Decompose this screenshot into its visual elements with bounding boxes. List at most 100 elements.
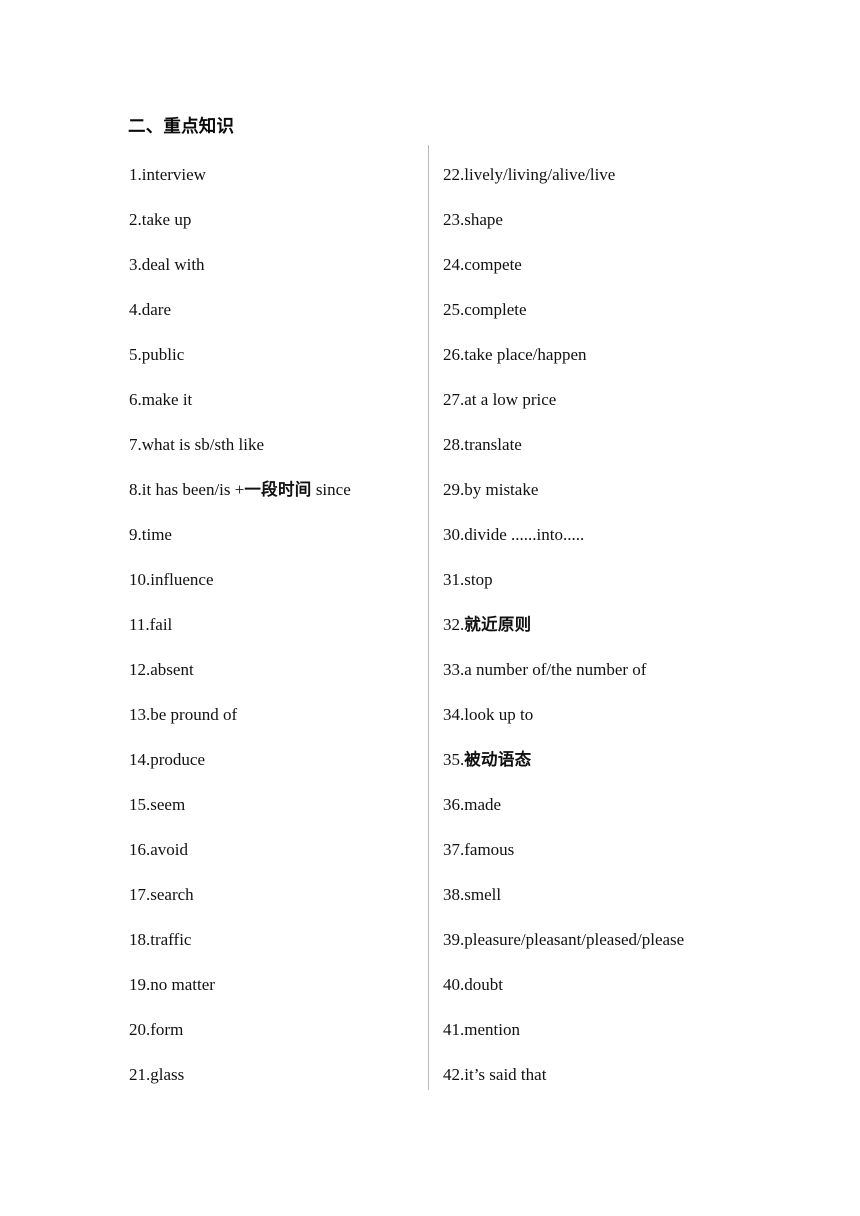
knowledge-list-item: 36.made	[443, 782, 773, 827]
list-item-number: 39.	[443, 930, 465, 949]
list-item-text: a number of/the number of	[464, 660, 647, 679]
knowledge-list-item: 33.a number of/the number of	[443, 647, 773, 692]
knowledge-list-item: 10.influence	[129, 557, 419, 602]
knowledge-list-item: 24.compete	[443, 242, 773, 287]
list-item-text: complete	[464, 300, 527, 319]
list-item-number: 30.	[443, 525, 465, 544]
list-item-number: 21.	[129, 1065, 151, 1084]
knowledge-list-item: 18.traffic	[129, 917, 419, 962]
list-item-number: 37.	[443, 840, 465, 859]
knowledge-list-item: 26.take place/happen	[443, 332, 773, 377]
knowledge-list-item: 37.famous	[443, 827, 773, 872]
list-item-text: made	[464, 795, 502, 814]
list-item-number: 23.	[443, 210, 465, 229]
list-item-text: public	[141, 345, 185, 364]
list-item-number: 13.	[129, 705, 151, 724]
knowledge-list-item: 3.deal with	[129, 242, 419, 287]
knowledge-list-item: 38.smell	[443, 872, 773, 917]
knowledge-list-item: 41.mention	[443, 1007, 773, 1052]
list-item-text: make it	[141, 390, 193, 409]
list-item-number: 4.	[129, 300, 142, 319]
section-heading: 二、重点知识	[128, 116, 235, 136]
list-item-text: no matter	[150, 975, 215, 994]
knowledge-list-item: 25.complete	[443, 287, 773, 332]
list-item-number: 36.	[443, 795, 465, 814]
list-item-number: 32.	[443, 615, 465, 634]
list-item-number: 11.	[129, 615, 150, 634]
list-item-number: 24.	[443, 255, 465, 274]
list-item-number: 22.	[443, 165, 465, 184]
list-item-text: stop	[464, 570, 493, 589]
list-item-text: seem	[150, 795, 186, 814]
knowledge-list-item: 1.interview	[129, 152, 419, 197]
list-item-text: what is sb/sth like	[141, 435, 265, 454]
knowledge-list-item: 27.at a low price	[443, 377, 773, 422]
list-item-number: 12.	[129, 660, 151, 679]
list-item-text: take up	[141, 210, 192, 229]
list-item-text: mention	[464, 1020, 520, 1039]
list-item-text: deal with	[141, 255, 205, 274]
knowledge-list-right-column: 22.lively/living/alive/live 23.shape 24.co…	[443, 152, 773, 1097]
list-item-text: look up to	[464, 705, 534, 724]
list-item-text: dare	[141, 300, 172, 319]
list-item-number: 28.	[443, 435, 465, 454]
knowledge-list-item: 29.by mistake	[443, 467, 773, 512]
list-item-number: 5.	[129, 345, 142, 364]
list-item-text: influence	[150, 570, 214, 589]
list-item-number: 7.	[129, 435, 142, 454]
list-item-number: 26.	[443, 345, 465, 364]
list-item-text: doubt	[464, 975, 503, 994]
knowledge-list-item: 28.translate	[443, 422, 773, 467]
list-item-text: 就近原则	[464, 615, 532, 634]
list-item-text: at a low price	[464, 390, 557, 409]
list-item-text: smell	[464, 885, 502, 904]
list-item-text: form	[150, 1020, 184, 1039]
knowledge-list-item: 6.make it	[129, 377, 419, 422]
knowledge-list-item: 19.no matter	[129, 962, 419, 1007]
document-page: 二、重点知识 1.interview 2.take up 3.deal with 4.…	[0, 0, 860, 1216]
list-item-number: 35.	[443, 750, 465, 769]
list-item-number: 42.	[443, 1065, 465, 1084]
knowledge-list-item: 4.dare	[129, 287, 419, 332]
list-item-text: compete	[464, 255, 522, 274]
list-item-text: it’s said that	[464, 1065, 547, 1084]
knowledge-list-item: 20.form	[129, 1007, 419, 1052]
knowledge-list-item: 17.search	[129, 872, 419, 917]
list-item-text: divide ......into.....	[464, 525, 585, 544]
knowledge-list-item: 23.shape	[443, 197, 773, 242]
list-item-text: be pround of	[150, 705, 238, 724]
list-item-text: time	[141, 525, 172, 544]
list-item-number: 33.	[443, 660, 465, 679]
knowledge-list-item: 21.glass	[129, 1052, 419, 1097]
list-item-number: 40.	[443, 975, 465, 994]
list-item-text: famous	[464, 840, 515, 859]
knowledge-list-item: 2.take up	[129, 197, 419, 242]
list-item-text: avoid	[150, 840, 189, 859]
list-item-number: 34.	[443, 705, 465, 724]
list-item-number: 18.	[129, 930, 151, 949]
list-item-text: produce	[150, 750, 206, 769]
list-item-number: 3.	[129, 255, 142, 274]
list-item-text: pleasure/pleasant/pleased/please	[464, 930, 685, 949]
list-item-number: 2.	[129, 210, 142, 229]
column-divider	[428, 145, 429, 1090]
list-item-text: absent	[150, 660, 194, 679]
list-item-number: 9.	[129, 525, 142, 544]
list-item-number: 15.	[129, 795, 151, 814]
knowledge-list-item: 42.it’s said that	[443, 1052, 773, 1097]
list-item-number: 38.	[443, 885, 465, 904]
list-item-text: traffic	[150, 930, 192, 949]
knowledge-list-item: 8.it has been/is +一段时间 since	[129, 467, 419, 512]
knowledge-list-item: 7.what is sb/sth like	[129, 422, 419, 467]
list-item-number: 25.	[443, 300, 465, 319]
list-item-text: search	[150, 885, 194, 904]
list-item-number: 6.	[129, 390, 142, 409]
knowledge-list-item: 14.produce	[129, 737, 419, 782]
list-item-text: translate	[464, 435, 522, 454]
list-item-text: fail	[149, 615, 173, 634]
knowledge-list-item: 40.doubt	[443, 962, 773, 1007]
list-item-number: 16.	[129, 840, 151, 859]
list-item-number: 29.	[443, 480, 465, 499]
list-item-number: 27.	[443, 390, 465, 409]
list-item-number: 17.	[129, 885, 151, 904]
